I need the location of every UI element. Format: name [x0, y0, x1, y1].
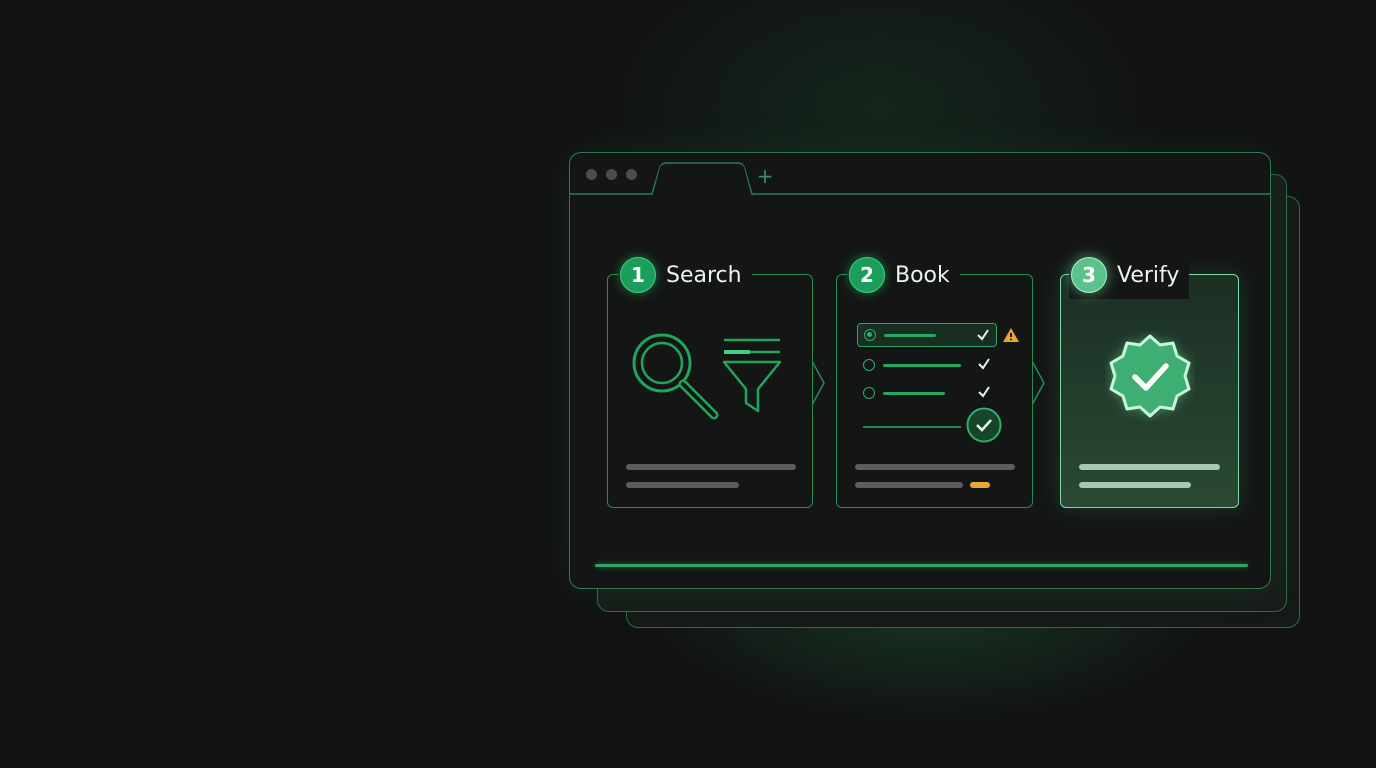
verified-badge-icon: [1109, 334, 1191, 418]
warning-pill: [970, 482, 990, 488]
filter-icon: [722, 338, 782, 413]
step-label: Book: [895, 262, 950, 288]
step-header: 1 Search: [618, 251, 752, 299]
browser-window: + 1 Search 2 Book 3 Verify: [569, 152, 1271, 589]
check-icon: [978, 386, 990, 398]
radio-icon: [863, 387, 875, 399]
progress-bar: [595, 564, 1248, 567]
step-header: 2 Book: [847, 251, 960, 299]
booking-option[interactable]: [857, 381, 997, 405]
window-titlebar: +: [570, 153, 1270, 195]
placeholder-line: [626, 464, 796, 470]
warning-icon: [1003, 328, 1019, 342]
step-label: Verify: [1117, 262, 1180, 288]
step-arrow: [1032, 361, 1045, 405]
step-number-badge: 2: [849, 257, 885, 293]
step-arrow: [812, 361, 825, 405]
placeholder-line: [1079, 482, 1191, 488]
new-tab-button[interactable]: +: [753, 164, 777, 188]
radio-icon: [864, 329, 876, 341]
step-number-badge: 3: [1071, 257, 1107, 293]
step-card-search[interactable]: 1 Search: [607, 251, 825, 508]
booking-option[interactable]: [857, 353, 997, 377]
confirm-line: [863, 426, 961, 428]
option-line: [883, 391, 945, 395]
step-card-verify[interactable]: 3 Verify: [1060, 251, 1239, 508]
step-number-badge: 1: [620, 257, 656, 293]
option-line: [883, 363, 961, 367]
step-card-book[interactable]: 2 Book: [836, 251, 1045, 508]
confirm-check-icon[interactable]: [966, 407, 1002, 443]
magnifier-icon: [632, 333, 719, 420]
check-icon: [977, 329, 989, 341]
placeholder-line: [855, 482, 963, 488]
placeholder-line: [1079, 464, 1220, 470]
placeholder-line: [626, 482, 739, 488]
placeholder-line: [855, 464, 1015, 470]
booking-option-selected[interactable]: [857, 323, 997, 347]
step-label: Search: [666, 262, 742, 288]
active-tab[interactable]: [570, 153, 1271, 195]
check-icon: [978, 358, 990, 370]
radio-icon: [863, 359, 875, 371]
option-line: [884, 333, 936, 337]
step-header: 3 Verify: [1069, 251, 1190, 299]
